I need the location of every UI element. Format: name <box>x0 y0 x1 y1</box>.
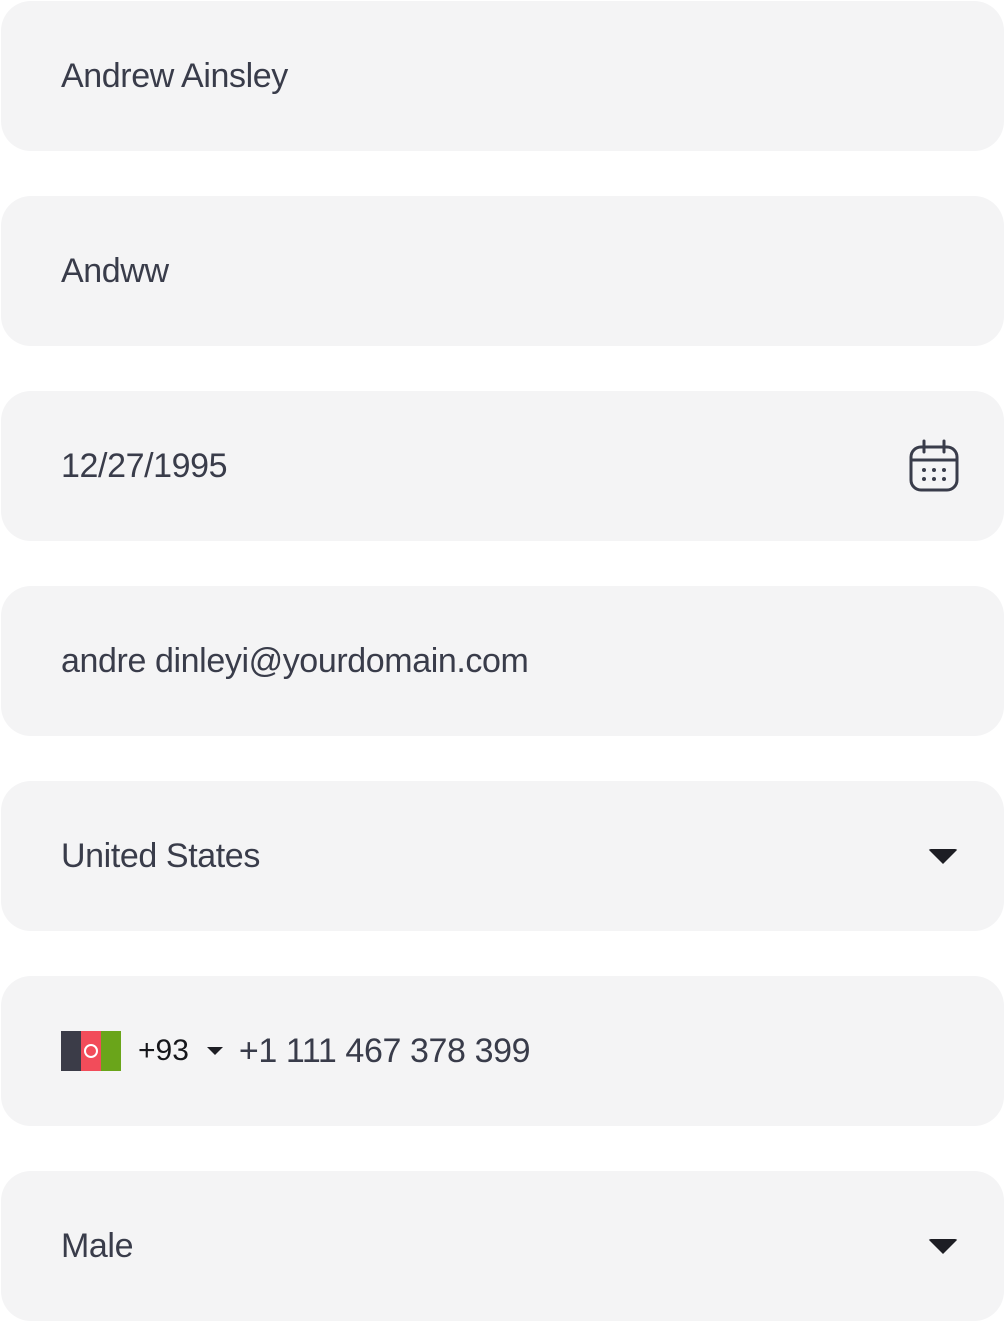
email-input[interactable]: andre dinleyi@yourdomain.com <box>1 586 1004 736</box>
nickname-value: Andww <box>61 251 169 290</box>
phone-input[interactable]: +93 +1 111 467 378 399 <box>1 976 1004 1126</box>
caret-down-icon[interactable] <box>928 1238 959 1254</box>
dial-code[interactable]: +93 <box>138 1034 189 1068</box>
country-value: United States <box>61 836 260 875</box>
dial-code-caret-down-icon[interactable] <box>206 1047 223 1055</box>
phone-row: +93 +1 111 467 378 399 <box>61 1031 531 1071</box>
email-value: andre dinleyi@yourdomain.com <box>61 641 529 680</box>
caret-down-icon[interactable] <box>928 848 959 864</box>
country-select[interactable]: United States <box>1 781 1004 931</box>
full-name-input[interactable]: Andrew Ainsley <box>1 1 1004 151</box>
full-name-value: Andrew Ainsley <box>61 56 288 95</box>
afghanistan-flag-icon[interactable] <box>61 1031 121 1071</box>
date-of-birth-value: 12/27/1995 <box>61 446 228 485</box>
date-of-birth-input[interactable]: 12/27/1995 <box>1 391 1004 541</box>
calendar-icon[interactable] <box>909 439 959 493</box>
phone-number-value: +1 111 467 378 399 <box>238 1031 531 1070</box>
gender-select[interactable]: Male <box>1 1171 1004 1321</box>
gender-value: Male <box>61 1226 134 1265</box>
nickname-input[interactable]: Andww <box>1 196 1004 346</box>
